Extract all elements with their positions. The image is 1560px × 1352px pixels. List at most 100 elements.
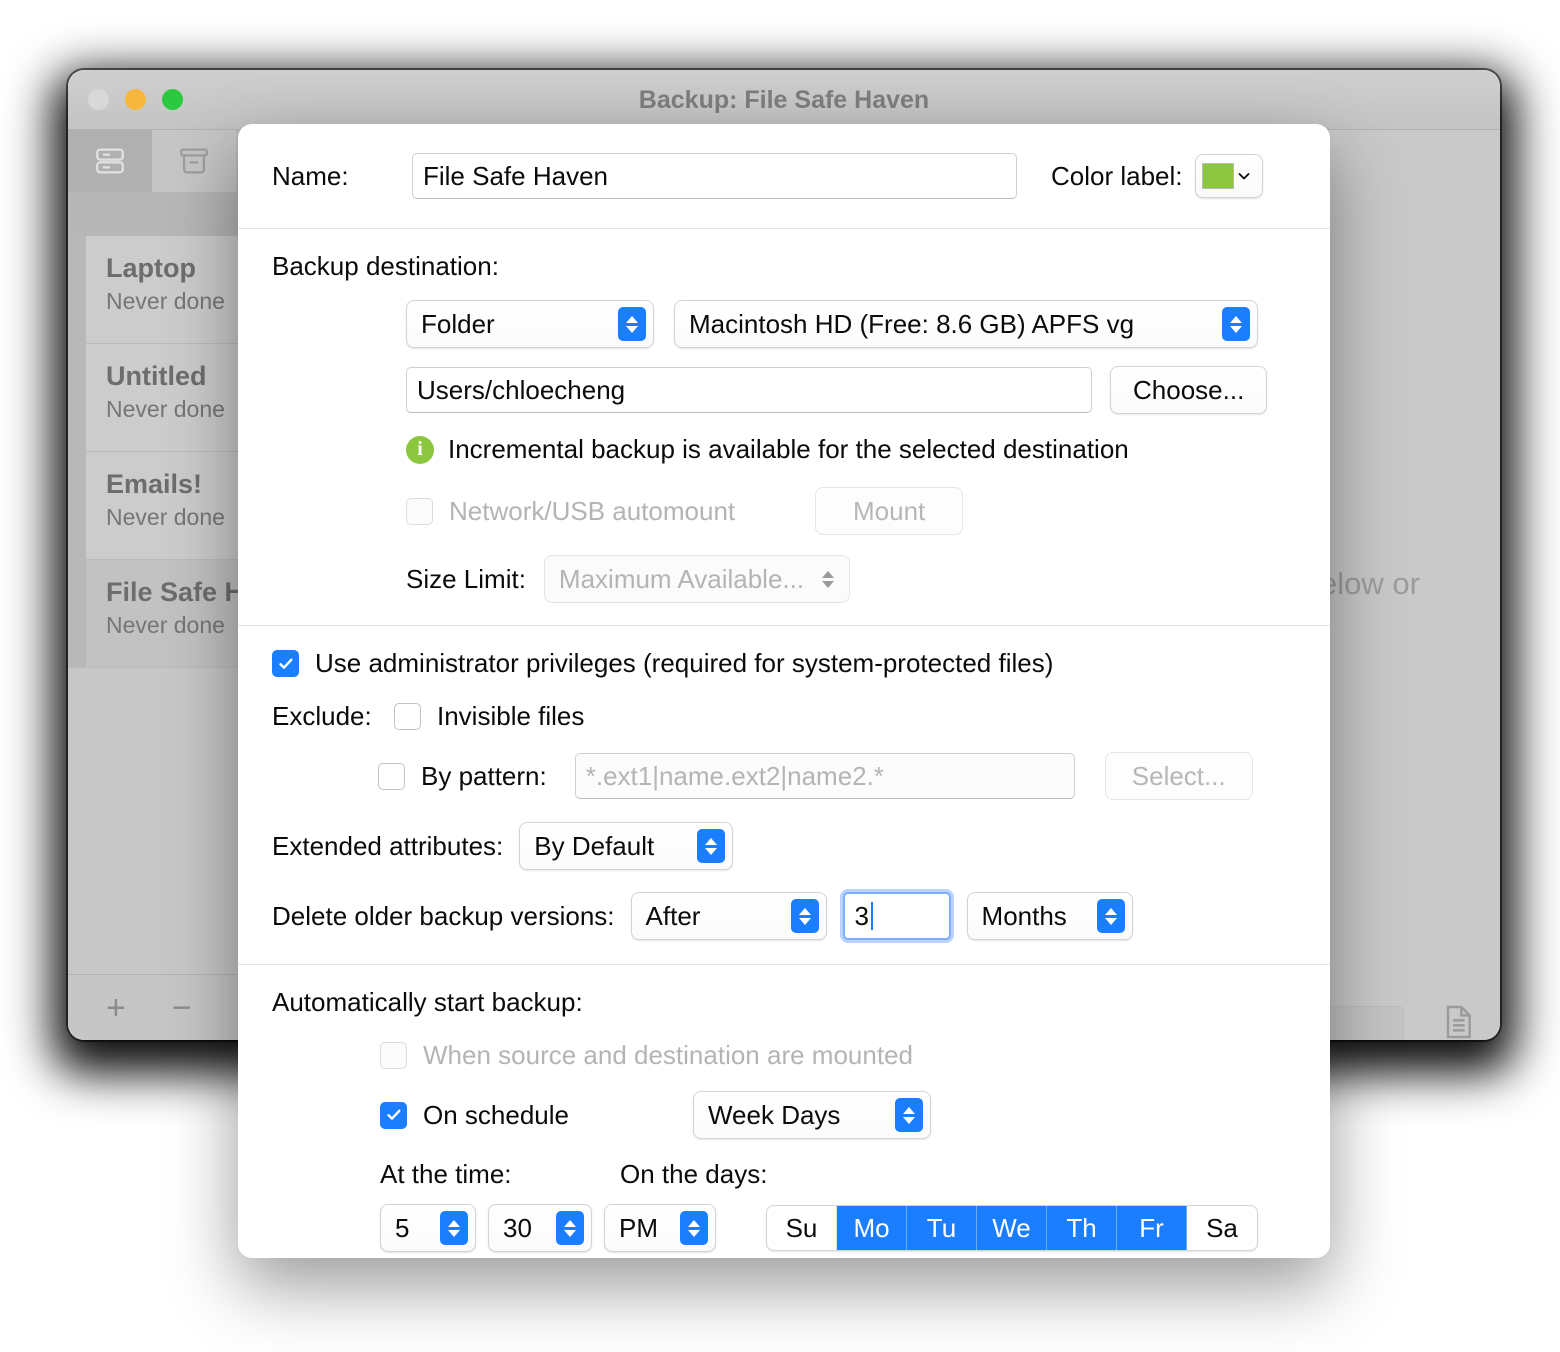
day-sa[interactable]: Sa [1187,1206,1257,1250]
time-and-days-labels-row: At the time: On the days: [272,1159,1296,1190]
delete-versions-label: Delete older backup versions: [272,900,615,931]
delete-mode-value: After [645,900,701,931]
automount-row: Network/USB automount Mount [272,487,1296,535]
hour-stepper[interactable]: 5 [380,1204,476,1252]
by-pattern-label: By pattern: [421,760,547,791]
time-and-days-row: 5 30 PM Su Mo Tu We Th Fr Sa [272,1204,1296,1252]
backup-tasks-icon [96,148,124,174]
info-icon: i [406,435,434,464]
meridiem-stepper[interactable]: PM [604,1204,716,1252]
incremental-info-text: Incremental backup is available for the … [448,434,1129,464]
admin-label: Use administrator privileges (required f… [315,648,1054,678]
extended-attributes-row: Extended attributes: By Default [272,822,1296,870]
destination-selectors-row: Folder Macintosh HD (Free: 8.6 GB) APFS … [272,300,1296,348]
on-the-days-label: On the days: [620,1159,768,1189]
color-label-well[interactable] [1194,154,1263,198]
exclude-pattern-row: By pattern: *.ext1|name.ext2|name2.* Sel… [272,752,1296,800]
invisible-files-checkbox[interactable] [394,703,421,730]
stepper-icon[interactable] [814,562,842,596]
chevron-down-icon [1238,173,1249,180]
stepper-icon[interactable] [440,1211,468,1245]
delete-versions-row: Delete older backup versions: After 3 Mo… [272,892,1296,964]
admin-row: Use administrator privileges (required f… [272,648,1296,679]
hour-value: 5 [395,1212,410,1243]
stepper-icon[interactable] [697,829,726,863]
backup-settings-dialog: Name: File Safe Haven Color label: Backu… [238,124,1330,1258]
minute-value: 30 [503,1212,532,1243]
window-controls[interactable] [88,89,183,110]
choose-button[interactable]: Choose... [1110,366,1268,414]
mount-button[interactable]: Mount [815,487,964,535]
automount-checkbox[interactable] [406,497,433,525]
day-mo[interactable]: Mo [837,1206,907,1250]
window-titlebar: Backup: File Safe Haven [68,70,1500,130]
exclude-label: Exclude: [272,701,372,731]
extended-attributes-label: Extended attributes: [272,830,504,861]
size-limit-label: Size Limit: [406,563,526,594]
delete-mode-popup[interactable]: After [630,892,827,940]
extended-attributes-popup[interactable]: By Default [519,822,734,870]
delete-unit-value: Months [981,900,1067,931]
text-caret [871,902,873,930]
day-tu[interactable]: Tu [907,1206,977,1250]
delete-unit-popup[interactable]: Months [966,892,1133,940]
on-schedule-label: On schedule [423,1099,569,1130]
day-we[interactable]: We [977,1206,1047,1250]
minute-stepper[interactable]: 30 [488,1204,592,1252]
size-limit-value: Maximum Available... [558,563,805,594]
options-section: Use administrator privileges (required f… [272,626,1296,964]
day-su[interactable]: Su [767,1206,837,1250]
destination-section: Backup destination: Folder Macintosh HD … [272,229,1296,625]
pattern-input[interactable]: *.ext1|name.ext2|name2.* [574,753,1075,799]
stepper-icon[interactable] [1096,899,1125,933]
destination-type-value: Folder [421,308,495,339]
when-mounted-checkbox[interactable] [380,1042,407,1069]
tab-backup-tasks[interactable] [68,130,152,192]
stepper-icon[interactable] [680,1211,708,1245]
stepper-icon[interactable] [1222,307,1250,341]
on-schedule-checkbox[interactable] [380,1101,407,1129]
incremental-info-row: i Incremental backup is available for th… [272,434,1296,465]
destination-path-row: Users/chloecheng Choose... [272,366,1296,414]
destination-type-popup[interactable]: Folder [406,300,654,348]
window-title: Backup: File Safe Haven [638,86,930,114]
admin-checkbox[interactable] [272,650,299,677]
minimize-button[interactable] [125,89,146,110]
stepper-icon[interactable] [894,1098,923,1132]
schedule-section-label: Automatically start backup: [272,987,583,1017]
extended-attributes-value: By Default [534,830,655,861]
meridiem-value: PM [619,1212,658,1243]
destination-volume-popup[interactable]: Macintosh HD (Free: 8.6 GB) APFS vg [674,300,1258,348]
size-limit-row: Size Limit: Maximum Available... [272,555,1296,625]
delete-count-value: 3 [854,900,869,931]
at-the-time-label: At the time: [380,1159,512,1189]
by-pattern-checkbox[interactable] [378,762,405,790]
select-pattern-button[interactable]: Select... [1104,752,1253,800]
day-selector[interactable]: Su Mo Tu We Th Fr Sa [766,1205,1258,1251]
automount-label: Network/USB automount [449,495,736,526]
invisible-files-label: Invisible files [437,701,585,731]
document-icon[interactable] [1438,1002,1478,1040]
name-row: Name: File Safe Haven Color label: [272,124,1296,228]
exclude-invisible-row: Exclude: Invisible files [272,701,1296,732]
day-fr[interactable]: Fr [1117,1206,1187,1250]
schedule-frequency-value: Week Days [707,1099,841,1130]
destination-path-input[interactable]: Users/chloecheng [406,367,1092,413]
add-task-button[interactable]: + [106,991,126,1025]
schedule-section: Automatically start backup: When source … [272,965,1296,1258]
schedule-frequency-popup[interactable]: Week Days [692,1091,931,1139]
destination-section-label: Backup destination: [272,251,499,281]
name-input[interactable]: File Safe Haven [412,153,1017,199]
remove-task-button[interactable]: − [172,991,192,1025]
stepper-icon[interactable] [790,899,819,933]
size-limit-popup[interactable]: Maximum Available... [543,555,850,603]
delete-count-input[interactable]: 3 [842,892,951,940]
on-schedule-row: On schedule Week Days [272,1091,1296,1139]
name-label: Name: [272,160,349,191]
tab-archive[interactable] [152,130,236,192]
zoom-button[interactable] [162,89,183,110]
day-th[interactable]: Th [1047,1206,1117,1250]
stepper-icon[interactable] [556,1211,584,1245]
stepper-icon[interactable] [618,307,646,341]
close-button[interactable] [88,89,109,110]
